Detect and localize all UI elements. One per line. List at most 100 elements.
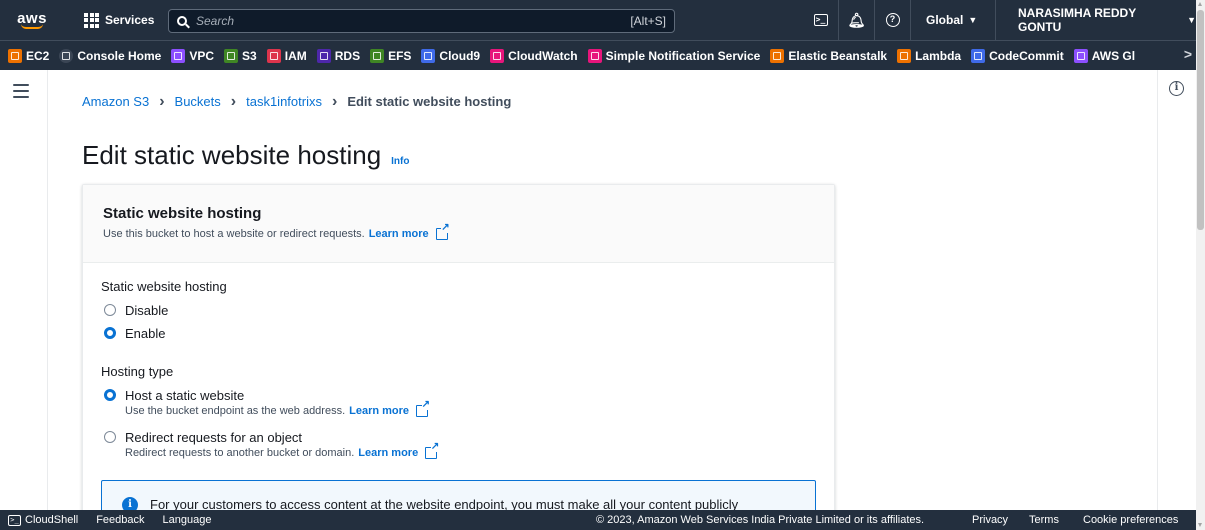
cloudshell-button[interactable]: >_ [803, 0, 839, 40]
info-panel-icon[interactable]: i [1169, 81, 1184, 96]
aws-logo-text: aws [17, 9, 47, 27]
scroll-up-icon[interactable] [1198, 2, 1202, 6]
region-selector[interactable]: Global ▼ [926, 0, 997, 40]
panel-description: Use this bucket to host a website or red… [103, 223, 814, 240]
learn-more-link[interactable]: Learn more [369, 228, 429, 240]
top-navigation: aws Services [Alt+S] >_ 🔔︎ ? Global ▼ NA… [0, 0, 1196, 40]
language-link[interactable]: Language [163, 514, 212, 526]
favorite-item[interactable]: Elastic Beanstalk [770, 48, 887, 63]
favorite-item[interactable]: EFS [370, 48, 412, 63]
service-icon [490, 48, 505, 63]
favorite-item[interactable]: Simple Notification Service [587, 48, 760, 63]
favorite-item[interactable]: S3 [224, 48, 257, 63]
favorite-item[interactable]: IAM [266, 48, 307, 63]
static-hosting-panel: Static website hosting Use this bucket t… [82, 184, 835, 524]
scrollbar-thumb[interactable] [1197, 10, 1204, 230]
favorite-label: AWS Gl [1091, 48, 1136, 63]
service-icon [587, 48, 602, 63]
favorite-item[interactable]: AWS Gl [1073, 48, 1136, 63]
radio-disable[interactable]: Disable [104, 303, 168, 318]
favorite-item[interactable]: CloudWatch [490, 48, 578, 63]
search-input[interactable] [196, 14, 631, 28]
breadcrumb: Amazon S3 › Buckets › task1infotrixs › E… [82, 93, 511, 110]
page-title: Edit static website hosting Info [82, 140, 409, 171]
radio-button[interactable] [104, 304, 116, 316]
radio-button[interactable] [104, 431, 116, 443]
info-link[interactable]: Info [391, 156, 409, 167]
breadcrumb-link[interactable]: Buckets [175, 94, 221, 109]
favorite-item[interactable]: Lambda [897, 48, 962, 63]
service-icon [266, 48, 281, 63]
services-menu-button[interactable]: Services [84, 12, 155, 28]
service-icon [370, 48, 385, 63]
service-icon [316, 48, 331, 63]
external-link-icon [425, 442, 440, 459]
radio-description-text: Redirect requests to another bucket or d… [125, 447, 355, 459]
bell-icon: 🔔︎ [847, 11, 866, 28]
favorite-item[interactable]: CodeCommit [971, 48, 1064, 63]
radio-host-static-website[interactable]: Host a static website Use the bucket end… [104, 388, 431, 417]
favorite-item[interactable]: EC2 [8, 48, 50, 63]
account-menu[interactable]: NARASIMHA REDDY GONTU ▼ [1018, 0, 1196, 40]
radio-button-selected[interactable] [104, 389, 116, 401]
radio-content: Host a static website Use the bucket end… [125, 388, 431, 417]
breadcrumb-link[interactable]: task1infotrixs [246, 94, 322, 109]
services-label: Services [105, 13, 155, 27]
scroll-down-icon[interactable] [1198, 523, 1202, 527]
favorite-item[interactable]: Console Home [59, 48, 161, 63]
learn-more-link[interactable]: Learn more [349, 405, 409, 417]
favorite-item[interactable]: Cloud9 [421, 48, 481, 63]
notifications-button[interactable]: 🔔︎ [839, 0, 875, 40]
favorite-label: EC2 [26, 48, 50, 63]
help-button[interactable]: ? [875, 0, 911, 40]
radio-content: Redirect requests for an object Redirect… [125, 430, 440, 459]
learn-more-link[interactable]: Learn more [358, 447, 418, 459]
cookie-preferences-link[interactable]: Cookie preferences [1083, 514, 1178, 526]
cloudshell-icon: >_ [8, 514, 21, 526]
external-link-icon [435, 223, 450, 240]
services-grid-icon [84, 12, 99, 28]
aws-smile-icon [21, 24, 43, 29]
radio-enable[interactable]: Enable [104, 326, 165, 341]
feedback-link[interactable]: Feedback [96, 514, 144, 526]
panel-header: Static website hosting Use this bucket t… [83, 185, 834, 263]
aws-logo[interactable]: aws [8, 0, 56, 40]
page-scrollbar[interactable] [1196, 0, 1205, 530]
favorite-item[interactable]: RDS [316, 48, 361, 63]
service-icon [770, 48, 785, 63]
favorite-label: Lambda [915, 48, 962, 63]
chevron-right-icon[interactable]: > [1184, 46, 1192, 62]
search-box[interactable]: [Alt+S] [168, 9, 675, 33]
terms-link[interactable]: Terms [1029, 514, 1059, 526]
cloudshell-footer-button[interactable]: >_ CloudShell [8, 514, 78, 526]
radio-description-text: Use the bucket endpoint as the web addre… [125, 405, 346, 417]
radio-redirect-requests[interactable]: Redirect requests for an object Redirect… [104, 430, 440, 459]
favorite-label: IAM [284, 48, 307, 63]
cloudshell-icon: >_ [813, 14, 828, 26]
radio-label: Redirect requests for an object [125, 430, 303, 445]
privacy-link[interactable]: Privacy [972, 514, 1008, 526]
console-footer: >_ CloudShell Feedback Language © 2023, … [0, 510, 1196, 530]
account-name: NARASIMHA REDDY GONTU [1018, 6, 1137, 34]
favorite-label: S3 [242, 48, 257, 63]
radio-label: Disable [125, 303, 169, 318]
copyright-text: © 2023, Amazon Web Services India Privat… [596, 514, 925, 526]
hosting-type-label: Hosting type [101, 364, 174, 379]
radio-button-selected[interactable] [104, 327, 116, 339]
breadcrumb-link[interactable]: Amazon S3 [82, 94, 149, 109]
caret-down-icon: ▼ [968, 15, 978, 25]
favorite-item[interactable]: VPC [171, 48, 215, 63]
favorite-label: CodeCommit [989, 48, 1064, 63]
chevron-right-icon: › [159, 93, 165, 110]
service-icon [1073, 48, 1088, 63]
favorite-label: EFS [388, 48, 412, 63]
page-title-text: Edit static website hosting [82, 140, 382, 170]
radio-label: Host a static website [125, 388, 245, 403]
favorite-label: Cloud9 [439, 48, 481, 63]
favorite-label: RDS [334, 48, 361, 63]
favorite-label: CloudWatch [508, 48, 578, 63]
service-icon [171, 48, 186, 63]
hamburger-menu-icon[interactable] [13, 84, 29, 102]
favorite-label: VPC [189, 48, 215, 63]
left-rail [0, 70, 48, 510]
